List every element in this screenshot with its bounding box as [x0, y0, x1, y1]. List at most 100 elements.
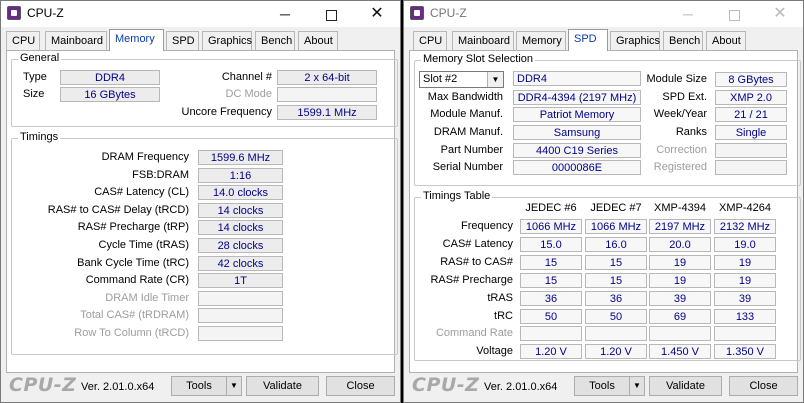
tools-button[interactable]: Tools: [171, 376, 227, 396]
max-bandwidth-value: DDR4-4394 (2197 MHz): [513, 90, 641, 105]
table-cell: 16.0: [585, 236, 647, 252]
timing-value: [198, 290, 283, 306]
dc-mode-label: DC Mode: [225, 88, 272, 100]
tab-cpu[interactable]: CPU: [6, 31, 40, 50]
timing-value: 1599.6 MHz: [198, 150, 283, 165]
tab-mainboard[interactable]: Mainboard: [452, 31, 514, 50]
tools-button[interactable]: Tools: [574, 376, 630, 396]
table-cell: 15: [520, 254, 582, 270]
uncore-frequency-value: 1599.1 MHz: [277, 105, 377, 120]
column-header: XMP-4264: [719, 202, 771, 214]
tab-graphics[interactable]: Graphics: [202, 31, 252, 50]
tab-memory[interactable]: Memory: [109, 29, 164, 51]
timing-label: DRAM Frequency: [101, 151, 189, 163]
memory-type-value: DDR4: [513, 71, 641, 86]
timing-label: DRAM Idle Timer: [105, 291, 189, 304]
minimize-icon[interactable]: ─: [262, 1, 308, 27]
general-group: General Type DDR4 Size 16 GBytes Channel…: [11, 52, 398, 127]
correction-value: [715, 143, 787, 158]
timing-label: Command Rate (CR): [85, 274, 189, 287]
timings-group: Timings DRAM Frequency 1599.6 MHz FSB:DRAM…: [11, 131, 398, 355]
cpu-z-app-icon: [7, 6, 21, 20]
chevron-down-icon[interactable]: ▼: [629, 376, 645, 396]
timings-row-label: Frequency: [461, 220, 513, 232]
group-title: Memory Slot Selection: [421, 53, 536, 65]
footer-bar: CPU-Z Ver. 2.01.0.x64 Tools ▼ Validate C…: [404, 371, 803, 402]
maximize-icon[interactable]: [308, 1, 354, 27]
timing-label: Cycle Time (tRAS): [98, 239, 189, 251]
table-cell: 20.0: [649, 236, 711, 252]
slot-selection-group: Memory Slot Selection Slot #2 ▼ DDR4 Max…: [414, 53, 801, 186]
table-cell: 19: [714, 272, 776, 288]
size-value: 16 GBytes: [60, 87, 160, 102]
table-cell: 36: [585, 290, 647, 306]
timing-value: 14 clocks: [198, 202, 283, 218]
table-cell: 15: [585, 272, 647, 288]
timing-label: RAS# to CAS# Delay (tRCD): [47, 203, 189, 216]
maximize-icon[interactable]: [711, 1, 757, 27]
close-button[interactable]: Close: [326, 376, 395, 396]
validate-button[interactable]: Validate: [246, 376, 319, 396]
ranks-value: Single: [715, 125, 787, 140]
cpu-z-logo: CPU-Z: [9, 374, 77, 396]
version-label: Ver. 2.01.0.x64: [484, 381, 558, 393]
tab-graphics[interactable]: Graphics: [610, 31, 660, 50]
table-cell: 39: [649, 290, 711, 306]
group-title: Timings Table: [421, 190, 493, 202]
registered-label: Registered: [653, 161, 707, 173]
cpu-z-logo: CPU-Z: [412, 374, 480, 396]
timings-row-label: tRAS: [487, 291, 513, 304]
group-title: Timings: [18, 131, 61, 143]
timings-row-label: RAS# to CAS#: [440, 255, 513, 268]
cpu-z-app-icon: [410, 6, 424, 20]
slot-select[interactable]: Slot #2 ▼: [419, 71, 504, 88]
timing-value: [198, 326, 283, 341]
validate-button[interactable]: Validate: [649, 376, 722, 396]
table-cell: 1.450 V: [649, 344, 711, 360]
timing-value: 14.0 clocks: [198, 185, 283, 201]
title-bar[interactable]: CPU-Z ─ ✕: [404, 1, 803, 27]
table-cell: 19: [649, 272, 711, 288]
tab-cpu[interactable]: CPU: [413, 31, 447, 50]
module-manuf-label: Module Manuf.: [430, 108, 503, 120]
tab-mainboard[interactable]: Mainboard: [45, 31, 107, 50]
tab-bench[interactable]: Bench: [663, 31, 703, 50]
type-value: DDR4: [60, 70, 160, 85]
uncore-frequency-label: Uncore Frequency: [181, 106, 273, 118]
timing-value: 1T: [198, 273, 283, 289]
tab-spd[interactable]: SPD: [166, 31, 199, 50]
table-cell: 1.20 V: [520, 344, 582, 360]
title-bar[interactable]: CPU-Z ─ ✕: [1, 1, 400, 27]
dram-manuf-value: Samsung: [513, 125, 641, 140]
footer-bar: CPU-Z Ver. 2.01.0.x64 Tools ▼ Validate C…: [1, 371, 400, 402]
timing-value: 1:16: [198, 167, 283, 183]
timing-label: FSB:DRAM: [132, 168, 189, 181]
table-cell: [714, 326, 776, 342]
chevron-down-icon[interactable]: ▼: [487, 72, 503, 87]
timing-value: 42 clocks: [198, 255, 283, 271]
timing-label: Row To Column (tRCD): [74, 327, 189, 339]
serial-number-label: Serial Number: [432, 161, 503, 173]
table-cell: 2132 MHz: [714, 219, 776, 234]
tab-bench[interactable]: Bench: [255, 31, 295, 50]
tab-memory[interactable]: Memory: [516, 31, 566, 50]
chevron-down-icon[interactable]: ▼: [226, 376, 242, 396]
tab-spd[interactable]: SPD: [568, 29, 608, 51]
cpuz-window-spd: CPU-Z ─ ✕ CPU Mainboard Memory SPD Graph…: [403, 0, 804, 403]
table-cell: [585, 326, 647, 342]
close-button[interactable]: Close: [729, 376, 798, 396]
table-cell: 2197 MHz: [649, 219, 711, 234]
tab-about[interactable]: About: [706, 31, 746, 50]
table-cell: 19: [714, 254, 776, 270]
timings-row-label: Command Rate: [435, 327, 513, 340]
tab-about[interactable]: About: [298, 31, 338, 50]
minimize-icon[interactable]: ─: [665, 1, 711, 27]
table-cell: 15: [585, 254, 647, 270]
close-icon[interactable]: ✕: [757, 1, 803, 27]
slot-select-value: Slot #2: [423, 73, 458, 85]
cpuz-window-memory: CPU-Z ─ ✕ CPU Mainboard Memory SPD Graph…: [0, 0, 401, 403]
timing-value: 28 clocks: [198, 238, 283, 253]
timing-label: Total CAS# (tRDRAM): [80, 309, 189, 322]
size-label: Size: [23, 88, 45, 100]
close-icon[interactable]: ✕: [354, 1, 400, 27]
